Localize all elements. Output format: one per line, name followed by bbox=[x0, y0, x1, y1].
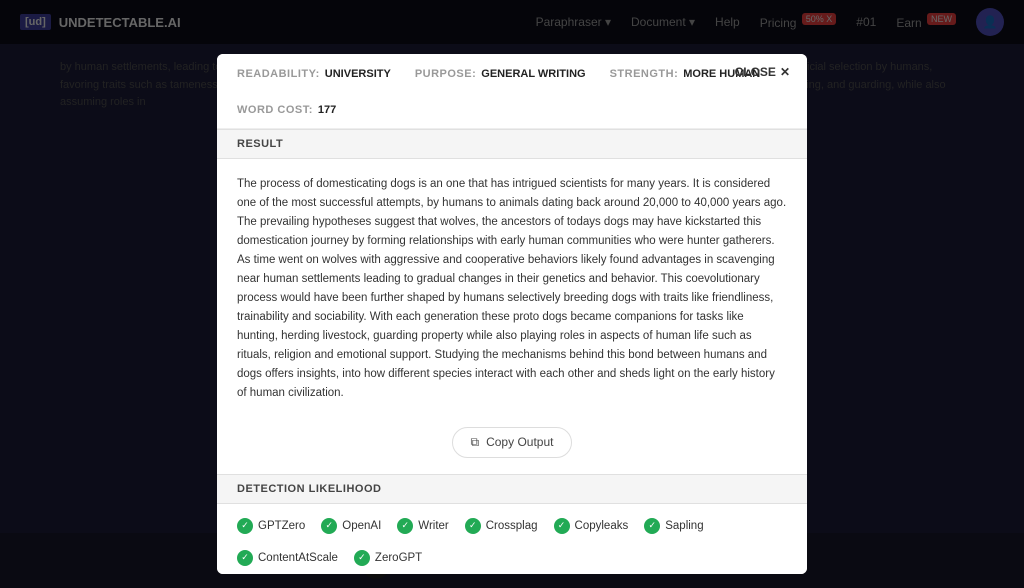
detector-label-copyleaks: Copyleaks bbox=[575, 520, 629, 532]
check-icon-openai: ✓ bbox=[321, 518, 337, 534]
check-icon-crossplag: ✓ bbox=[465, 518, 481, 534]
detector-label-zerogpt: ZeroGPT bbox=[375, 552, 422, 564]
detector-label-openai: OpenAI bbox=[342, 520, 381, 532]
detector-writer: ✓ Writer bbox=[397, 518, 448, 534]
copy-btn-container: ⧉ Copy Output bbox=[217, 419, 807, 474]
detector-label-writer: Writer bbox=[418, 520, 448, 532]
result-modal: CLOSE ✕ READABILITY: UNIVERSITY PURPOSE:… bbox=[217, 54, 807, 574]
detector-label-sapling: Sapling bbox=[665, 520, 703, 532]
result-section-header: RESULT bbox=[217, 129, 807, 159]
detector-label-contentatscale: ContentAtScale bbox=[258, 552, 338, 564]
detector-openai: ✓ OpenAI bbox=[321, 518, 381, 534]
check-icon-writer: ✓ bbox=[397, 518, 413, 534]
close-icon: ✕ bbox=[780, 65, 790, 79]
check-icon-sapling: ✓ bbox=[644, 518, 660, 534]
copy-icon: ⧉ bbox=[471, 435, 480, 450]
word-cost-value: 177 bbox=[318, 104, 336, 116]
readability-value: UNIVERSITY bbox=[325, 68, 391, 80]
copy-output-label: Copy Output bbox=[486, 435, 553, 449]
close-label: CLOSE bbox=[735, 65, 776, 79]
detector-gptzero: ✓ GPTZero bbox=[237, 518, 305, 534]
detector-label-gptzero: GPTZero bbox=[258, 520, 305, 532]
detector-sapling: ✓ Sapling bbox=[644, 518, 703, 534]
purpose-label: PURPOSE: bbox=[415, 68, 476, 80]
modal-body: RESULT The process of domesticating dogs… bbox=[217, 129, 807, 574]
meta-row: READABILITY: UNIVERSITY PURPOSE: GENERAL… bbox=[237, 68, 787, 128]
word-cost-meta: WORD COST: 177 bbox=[237, 104, 336, 116]
detector-zerogpt: ✓ ZeroGPT bbox=[354, 550, 422, 566]
check-icon-gptzero: ✓ bbox=[237, 518, 253, 534]
purpose-meta: PURPOSE: GENERAL WRITING bbox=[415, 68, 586, 80]
detector-contentatscale: ✓ ContentAtScale bbox=[237, 550, 338, 566]
readability-label: READABILITY: bbox=[237, 68, 320, 80]
modal-overlay: CLOSE ✕ READABILITY: UNIVERSITY PURPOSE:… bbox=[0, 0, 1024, 588]
close-button[interactable]: CLOSE ✕ bbox=[730, 60, 795, 84]
detector-copyleaks: ✓ Copyleaks bbox=[554, 518, 629, 534]
strength-label: STRENGTH: bbox=[610, 68, 679, 80]
detection-section-header: DETECTION LIKELIHOOD bbox=[217, 474, 807, 504]
detector-label-crossplag: Crossplag bbox=[486, 520, 538, 532]
check-icon-copyleaks: ✓ bbox=[554, 518, 570, 534]
modal-header: CLOSE ✕ READABILITY: UNIVERSITY PURPOSE:… bbox=[217, 54, 807, 129]
copy-output-button[interactable]: ⧉ Copy Output bbox=[452, 427, 573, 458]
purpose-value: GENERAL WRITING bbox=[481, 68, 585, 80]
detector-crossplag: ✓ Crossplag bbox=[465, 518, 538, 534]
check-icon-contentatscale: ✓ bbox=[237, 550, 253, 566]
detection-row: ✓ GPTZero ✓ OpenAI ✓ Writer ✓ Crossplag … bbox=[217, 504, 807, 574]
word-cost-label: WORD COST: bbox=[237, 104, 313, 116]
readability-meta: READABILITY: UNIVERSITY bbox=[237, 68, 391, 80]
check-icon-zerogpt: ✓ bbox=[354, 550, 370, 566]
result-text: The process of domesticating dogs is an … bbox=[217, 159, 807, 419]
